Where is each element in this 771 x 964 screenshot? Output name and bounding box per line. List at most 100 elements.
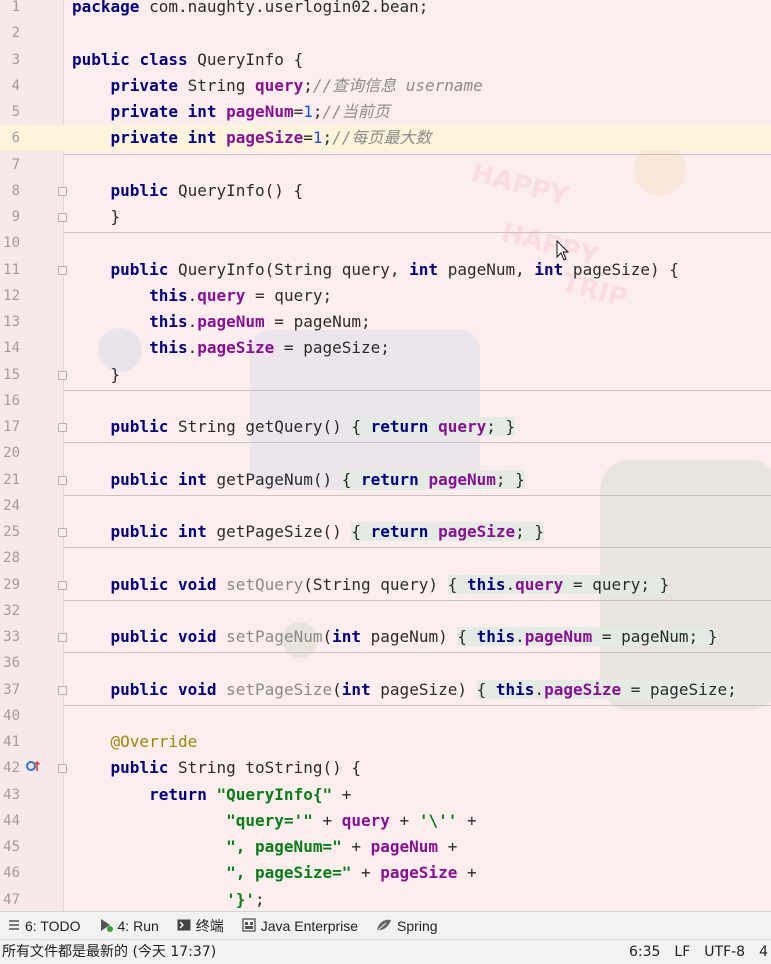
code-line[interactable]: 42 public String toString() {	[0, 755, 771, 781]
code-text[interactable]: this.query = query;	[72, 283, 332, 309]
code-text[interactable]: this.pageSize = pageSize;	[72, 335, 390, 361]
line-number[interactable]: 33	[0, 624, 20, 650]
indent-setting[interactable]: 4	[759, 940, 768, 964]
code-line[interactable]: 3 public class QueryInfo {	[0, 47, 771, 73]
fold-marker-icon[interactable]	[58, 370, 67, 380]
fold-marker-icon[interactable]	[58, 685, 67, 695]
code-line[interactable]: 4 private String query;//查询信息 username	[0, 73, 771, 99]
code-line[interactable]: 8 public QueryInfo() {	[0, 178, 771, 204]
code-line[interactable]: 24	[0, 493, 771, 519]
line-number[interactable]: 12	[0, 283, 20, 309]
code-text[interactable]: ", pageSize=" + pageSize +	[72, 860, 476, 886]
code-line[interactable]: 7	[0, 152, 771, 178]
code-line[interactable]: 17 public String getQuery() { return que…	[0, 414, 771, 440]
code-line[interactable]: 40	[0, 703, 771, 729]
line-number[interactable]: 40	[0, 703, 20, 729]
fold-marker-icon[interactable]	[58, 764, 67, 774]
line-number[interactable]: 24	[0, 493, 20, 519]
line-number[interactable]: 7	[0, 152, 20, 178]
override-icon[interactable]	[26, 759, 42, 778]
code-text[interactable]: public void setPageSize(int pageSize) { …	[72, 677, 737, 703]
code-line[interactable]: 2	[0, 20, 771, 46]
code-line[interactable]: 45 ", pageNum=" + pageNum +	[0, 834, 771, 860]
line-number[interactable]: 13	[0, 309, 20, 335]
code-line[interactable]: 33 public void setPageNum(int pageNum) {…	[0, 624, 771, 650]
code-line[interactable]: 13 this.pageNum = pageNum;	[0, 309, 771, 335]
code-line[interactable]: 1 package com.naughty.userlogin02.bean;	[0, 0, 771, 20]
fold-marker-icon[interactable]	[58, 186, 67, 196]
code-line[interactable]: 44 "query='" + query + '\'' +	[0, 808, 771, 834]
line-number[interactable]: 36	[0, 650, 20, 676]
code-text[interactable]: public String toString() {	[72, 755, 361, 781]
code-text[interactable]: public String getQuery() { return query;…	[72, 414, 516, 440]
fold-marker-icon[interactable]	[58, 475, 67, 485]
code-line[interactable]: 41 @Override	[0, 729, 771, 755]
code-line[interactable]: 21 public int getPageNum() { return page…	[0, 467, 771, 493]
code-line[interactable]: 32	[0, 598, 771, 624]
code-line[interactable]: 25 public int getPageSize() { return pag…	[0, 519, 771, 545]
line-number[interactable]: 47	[0, 887, 20, 912]
code-line[interactable]: 10	[0, 230, 771, 256]
code-line[interactable]: 46 ", pageSize=" + pageSize +	[0, 860, 771, 886]
code-editor[interactable]: HAPPY HAPPY TRIP 1 package com.naughty.us…	[0, 0, 771, 911]
line-number[interactable]: 43	[0, 782, 20, 808]
line-number[interactable]: 6	[0, 125, 20, 151]
line-number[interactable]: 41	[0, 729, 20, 755]
line-number[interactable]: 15	[0, 362, 20, 388]
code-text[interactable]: public void setQuery(String query) { thi…	[72, 572, 670, 598]
line-number[interactable]: 28	[0, 545, 20, 571]
line-number[interactable]: 9	[0, 204, 20, 230]
code-text[interactable]: public QueryInfo(String query, int pageN…	[72, 257, 679, 283]
code-line[interactable]: 16	[0, 388, 771, 414]
line-number[interactable]: 44	[0, 808, 20, 834]
code-line[interactable]: 37 public void setPageSize(int pageSize)…	[0, 677, 771, 703]
line-number[interactable]: 20	[0, 440, 20, 466]
code-text[interactable]: private int pageNum=1;//当前页	[72, 99, 390, 125]
file-encoding[interactable]: UTF-8	[704, 940, 745, 964]
code-text[interactable]: private String query;//查询信息 username	[72, 73, 483, 99]
toolwindow-terminal-button[interactable]: 终端	[177, 916, 224, 936]
line-number[interactable]: 10	[0, 230, 20, 256]
code-line[interactable]: 47 '}';	[0, 887, 771, 912]
line-number[interactable]: 21	[0, 467, 20, 493]
line-separator[interactable]: LF	[674, 940, 690, 964]
code-text[interactable]: private int pageSize=1;//每页最大数	[72, 125, 432, 151]
line-number[interactable]: 17	[0, 414, 20, 440]
code-text[interactable]: }	[72, 204, 121, 230]
code-text[interactable]: }	[72, 362, 121, 388]
code-line[interactable]: 9 }	[0, 204, 771, 230]
code-line[interactable]: 20	[0, 440, 771, 466]
line-number[interactable]: 14	[0, 335, 20, 361]
code-text[interactable]: public QueryInfo() {	[72, 178, 304, 204]
caret-position[interactable]: 6:35	[629, 940, 660, 964]
code-text[interactable]: this.pageNum = pageNum;	[72, 309, 371, 335]
line-number[interactable]: 42	[0, 755, 20, 781]
code-line[interactable]: 11 public QueryInfo(String query, int pa…	[0, 257, 771, 283]
code-line[interactable]: 15 }	[0, 362, 771, 388]
code-text[interactable]: return "QueryInfo{" +	[72, 782, 351, 808]
fold-marker-icon[interactable]	[58, 423, 67, 432]
line-number[interactable]: 5	[0, 99, 20, 125]
toolwindow-todo-button[interactable]: 6: TODO	[8, 918, 81, 934]
code-line[interactable]: 43 return "QueryInfo{" +	[0, 782, 771, 808]
code-text[interactable]: @Override	[72, 729, 198, 755]
code-text[interactable]: "query='" + query + '\'' +	[72, 808, 476, 834]
code-line[interactable]: 6 private int pageSize=1;//每页最大数	[0, 125, 771, 152]
line-number[interactable]: 3	[0, 47, 20, 73]
code-text[interactable]: public void setPageNum(int pageNum) { th…	[72, 624, 718, 650]
line-number[interactable]: 8	[0, 178, 20, 204]
code-line[interactable]: 28	[0, 545, 771, 571]
code-line[interactable]: 29 public void setQuery(String query) { …	[0, 572, 771, 598]
toolwindow-run-button[interactable]: 4: Run	[99, 918, 159, 935]
line-number[interactable]: 25	[0, 519, 20, 545]
code-line[interactable]: 5 private int pageNum=1;//当前页	[0, 99, 771, 125]
fold-marker-icon[interactable]	[58, 213, 67, 222]
code-text[interactable]: package com.naughty.userlogin02.bean;	[72, 0, 428, 20]
code-line[interactable]: 12 this.query = query;	[0, 283, 771, 309]
code-text[interactable]: '}';	[72, 887, 265, 912]
fold-marker-icon[interactable]	[58, 528, 67, 537]
code-text[interactable]: ", pageNum=" + pageNum +	[72, 834, 457, 860]
line-number[interactable]: 32	[0, 598, 20, 624]
line-number[interactable]: 29	[0, 572, 20, 598]
line-number[interactable]: 1	[0, 0, 20, 20]
